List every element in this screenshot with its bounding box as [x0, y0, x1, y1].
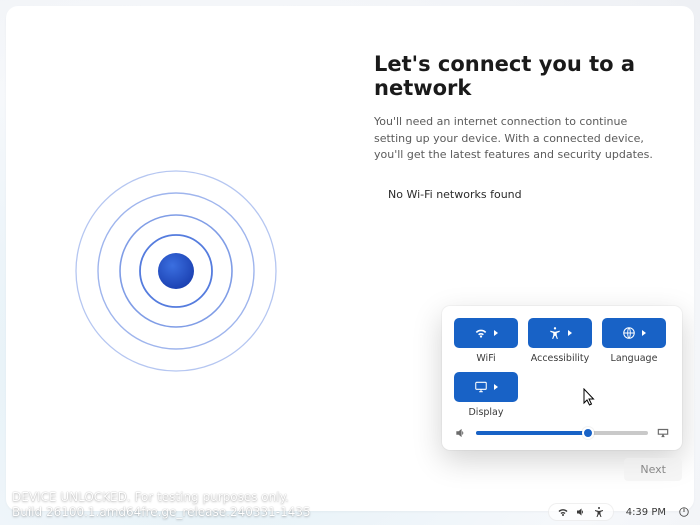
watermark-line1: DEVICE UNLOCKED. For testing purposes on…	[12, 490, 311, 506]
qs-label: Language	[611, 353, 658, 364]
accessibility-icon	[548, 326, 562, 340]
build-watermark: DEVICE UNLOCKED. For testing purposes on…	[12, 490, 311, 521]
wifi-icon	[474, 326, 488, 340]
system-tray: 4:39 PM	[548, 503, 690, 521]
wifi-icon	[557, 506, 569, 518]
language-icon	[622, 326, 636, 340]
tray-cluster[interactable]	[548, 503, 614, 521]
qs-accessibility-button[interactable]: Accessibility	[528, 318, 592, 364]
qs-display-button[interactable]: Display	[454, 372, 518, 418]
watermark-line2: Build 26100.1.amd64fre.ge_release.240331…	[12, 505, 311, 521]
page-title: Let's connect you to a network	[374, 52, 666, 100]
clock: 4:39 PM	[626, 507, 666, 518]
chevron-right-icon	[568, 330, 572, 336]
cast-icon[interactable]	[656, 426, 670, 440]
volume-row	[454, 426, 670, 440]
display-icon	[474, 380, 488, 394]
volume-icon	[575, 506, 587, 518]
qs-language-button[interactable]: Language	[602, 318, 666, 364]
accessibility-icon	[593, 506, 605, 518]
chevron-right-icon	[494, 384, 498, 390]
qs-label: Accessibility	[531, 353, 589, 364]
qs-label: Display	[468, 407, 503, 418]
chevron-right-icon	[494, 330, 498, 336]
next-button: Next	[624, 458, 682, 481]
quick-settings-panel: WiFi Accessibility Langu	[442, 306, 682, 450]
oobe-card: Let's connect you to a network You'll ne…	[6, 6, 694, 511]
chevron-right-icon	[642, 330, 646, 336]
page-subtitle: You'll need an internet connection to co…	[374, 114, 666, 164]
content-column: Let's connect you to a network You'll ne…	[374, 52, 666, 201]
qs-wifi-button[interactable]: WiFi	[454, 318, 518, 364]
volume-icon	[454, 426, 468, 440]
power-button[interactable]	[678, 506, 690, 518]
decorative-circles	[71, 166, 281, 376]
qs-label: WiFi	[476, 353, 495, 364]
volume-slider[interactable]	[476, 431, 648, 435]
wifi-status: No Wi-Fi networks found	[388, 188, 666, 201]
